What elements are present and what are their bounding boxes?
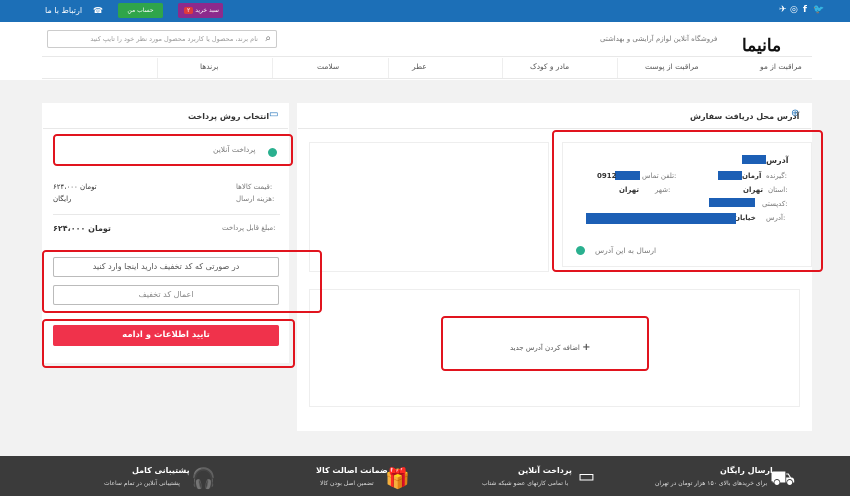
search-placeholder: نام برند، محصول یا کاربرد محصول مورد نظر… [90,35,258,43]
nav-health[interactable]: سلامت [317,62,339,71]
payable-label: مبلغ قابل پرداخت: [222,224,276,232]
facebook-icon[interactable]: f [803,5,807,15]
highlight-box [42,250,322,313]
footer-support-sub: پشتیبانی آنلاین در تمام ساعات [104,480,180,487]
footer [0,456,850,496]
highlight-box [441,316,649,371]
account-button[interactable]: حساب من [118,3,163,18]
footer-free-shipping-sub: برای خریدهای بالای ۱۵۰ هزار تومان در تهر… [655,480,768,487]
address-title: آدرس محل دریافت سفارش [690,112,800,121]
truck-icon: ⛟ [770,466,796,490]
divider [42,78,812,79]
nav-skin-care[interactable]: مراقبت از پوست [645,62,699,71]
divider [42,56,812,57]
credit-card-icon: ▭ [269,109,279,120]
top-bar: ✈ ◎ f 🐦 ☎ ارتباط با ما حساب من ۲ سبد خری… [0,0,850,22]
shipping-label: هزینه ارسال: [236,195,275,203]
search-icon[interactable]: ⌕ [265,33,271,44]
contact-link[interactable]: ارتباط با ما [45,6,82,15]
cart-button[interactable]: ۲ سبد خرید [178,3,223,18]
cart-count-badge: ۲ [184,7,194,14]
items-price-value: ۶۲۴،۰۰۰ تومان [53,183,97,191]
instagram-icon[interactable]: ◎ [790,5,798,15]
highlight-box [552,130,823,272]
tagline: فروشگاه آنلاین لوازم آرایشی و بهداشتی [600,35,718,43]
account-label: حساب من [127,7,154,14]
telegram-icon[interactable]: ✈ [779,5,787,15]
headset-icon: ☎ [93,6,103,15]
divider [43,128,288,129]
divider [53,214,280,215]
footer-free-shipping-title: ارسال رایگان [720,466,773,475]
footer-online-pay-title: پرداخت آنلاین [518,466,572,475]
items-price-label: قیمت کالاها: [236,183,273,191]
footer-support-title: پشتیبانی کامل [132,466,190,475]
cart-label: سبد خرید [195,7,219,14]
shipping-value: رایگان [53,195,72,203]
search-input[interactable]: نام برند، محصول یا کاربرد محصول مورد نظر… [47,30,277,48]
twitter-icon[interactable]: 🐦 [813,5,824,15]
payable-value: ۶۲۴،۰۰۰ تومان [53,224,111,233]
empty-address-slot [309,142,549,272]
logo[interactable]: مانیما [742,36,781,56]
gift-icon: 🎁 [385,466,410,490]
footer-online-pay-sub: با تمامی کارتهای عضو شبکه شتاب [482,480,569,487]
payment-title: انتخاب روش پرداخت [188,112,270,121]
divider [298,128,811,129]
nav-brands[interactable]: برندها [200,62,219,71]
nav-mother-baby[interactable]: مادر و کودک [530,62,569,71]
nav-hair-care[interactable]: مراقبت از مو [760,62,802,71]
nav-perfume[interactable]: عطر [412,62,427,71]
highlight-box [53,134,293,166]
footer-guarantee-title: ضمانت اصالت کالا [316,466,388,475]
headset-icon: 🎧 [191,466,216,490]
footer-guarantee-sub: تضمین اصل بودن کالا [320,480,374,487]
credit-card-icon: ▭ [578,466,596,487]
highlight-box [42,319,295,368]
